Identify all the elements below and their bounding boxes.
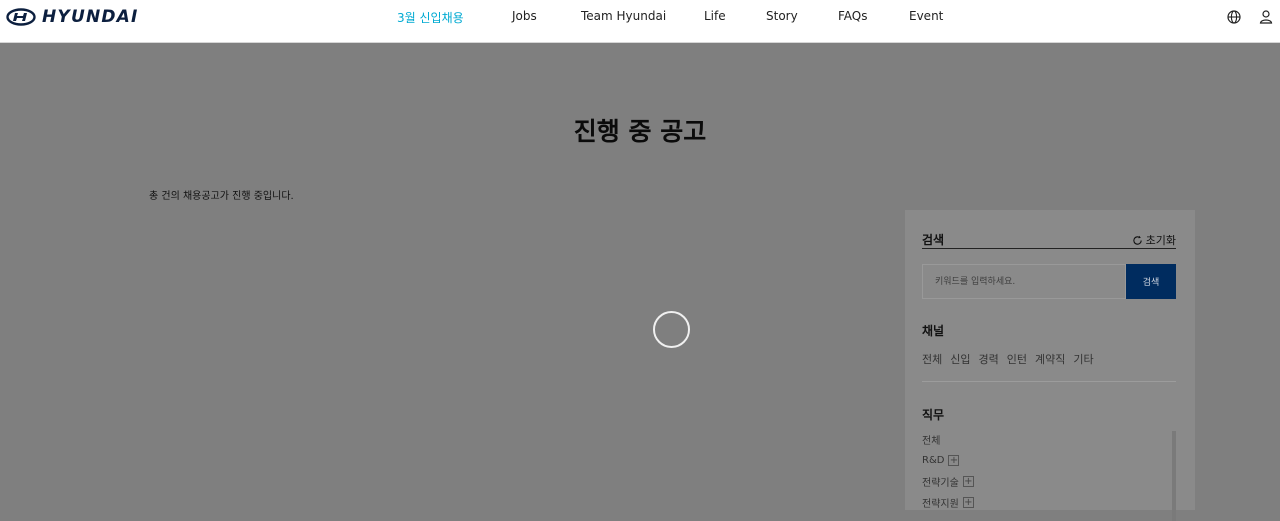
keyword-search-input[interactable] (922, 264, 1126, 299)
job-item-label: 전략기술 (922, 478, 959, 489)
channel-section-title: 채널 (922, 324, 945, 338)
top-navigation-bar: HYUNDAI 3월 신입채용 Jobs Team Hyundai Life S… (0, 0, 1280, 43)
job-item-strategic-tech[interactable]: 전략기술 + (922, 471, 1162, 492)
plus-icon[interactable]: + (962, 476, 974, 487)
globe-icon[interactable] (1226, 9, 1242, 25)
channel-all[interactable]: 전체 (922, 351, 942, 367)
job-item-label: 전체 (922, 436, 941, 447)
channel-filter-group: 전체 신입 경력 인턴 계약직 기타 (922, 351, 1094, 367)
job-item-all[interactable]: 전체 (922, 429, 1162, 450)
channel-new-grad[interactable]: 신입 (950, 351, 970, 367)
posting-count-text: 총 건의 채용공고가 진행 중입니다. (149, 191, 294, 202)
filter-panel: 검색 초기화 검색 채널 전체 신입 경력 인턴 계약직 기타 직무 전체 R&… (905, 210, 1195, 521)
plus-icon[interactable]: + (962, 497, 974, 508)
nav-item-story[interactable]: Story (766, 9, 798, 23)
job-item-strategic-support[interactable]: 전략지원 + (922, 492, 1162, 513)
plus-icon[interactable]: + (948, 455, 960, 466)
job-section-title: 직무 (922, 408, 945, 422)
nav-item-jobs[interactable]: Jobs (512, 9, 537, 23)
search-button[interactable]: 검색 (1126, 264, 1176, 299)
reset-button[interactable]: 초기화 (1132, 232, 1176, 248)
user-icon[interactable] (1258, 9, 1274, 25)
job-item-label: R&D (922, 455, 945, 466)
filter-title: 검색 (922, 233, 945, 247)
filter-header: 검색 초기화 (922, 231, 1176, 249)
reset-label: 초기화 (1145, 234, 1176, 247)
main-nav: 3월 신입채용 Jobs Team Hyundai Life Story FAQ… (0, 9, 1280, 25)
nav-item-team-hyundai[interactable]: Team Hyundai (581, 9, 666, 23)
refresh-icon (1132, 235, 1142, 245)
nav-item-event[interactable]: Event (909, 9, 943, 23)
page-title: 진행 중 공고 (573, 117, 707, 146)
job-list-scrollbar[interactable] (1172, 431, 1176, 521)
channel-other[interactable]: 기타 (1073, 351, 1093, 367)
job-category-list: 전체 R&D + 전략기술 + 전략지원 + (922, 429, 1162, 513)
nav-item-spring-recruit[interactable]: 3월 신입채용 (397, 9, 464, 26)
job-item-label: 전략지원 (922, 499, 959, 510)
channel-intern[interactable]: 인턴 (1007, 351, 1027, 367)
channel-experienced[interactable]: 경력 (979, 351, 999, 367)
section-divider (922, 381, 1176, 382)
job-item-rnd[interactable]: R&D + (922, 450, 1162, 471)
loading-spinner-icon (653, 311, 690, 348)
nav-item-faqs[interactable]: FAQs (838, 9, 868, 23)
channel-contract[interactable]: 계약직 (1035, 351, 1065, 367)
nav-item-life[interactable]: Life (704, 9, 726, 23)
